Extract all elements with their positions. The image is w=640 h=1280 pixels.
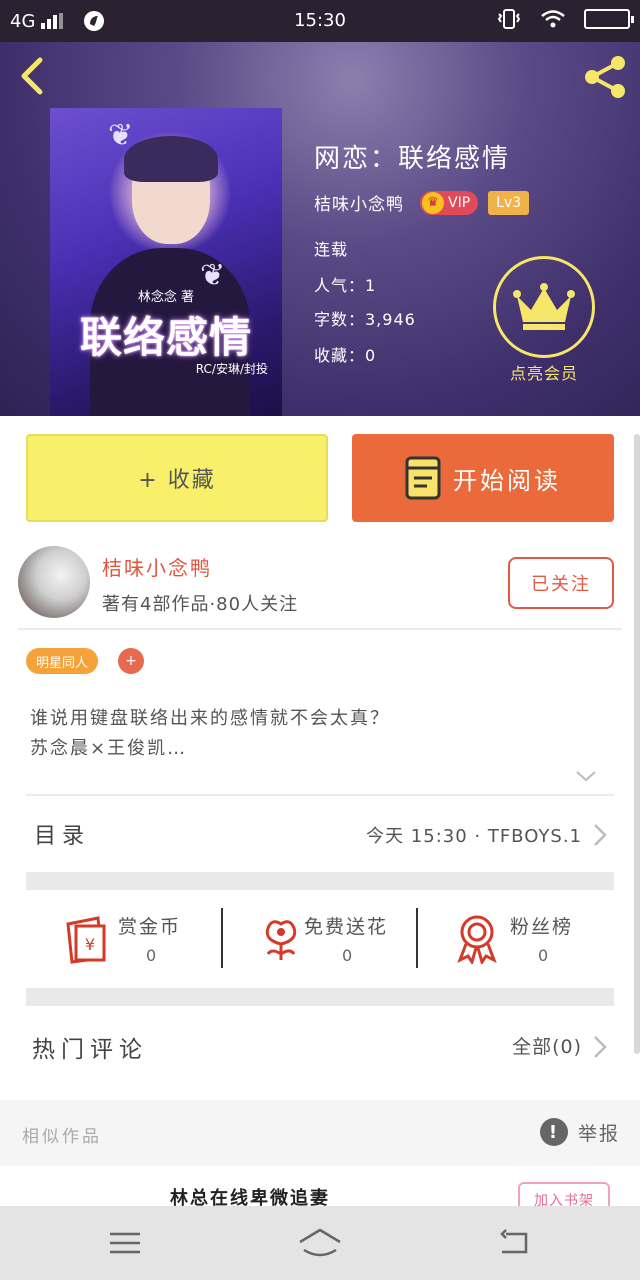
word-count: 字数：3,946	[314, 310, 416, 329]
cover-credit: RC/安琳/封投	[195, 362, 268, 376]
popularity: 人气：1	[314, 276, 377, 295]
similar-work-item[interactable]: 林总在线卑微追妻 加入书架	[0, 1166, 640, 1206]
chevron-right-icon	[594, 824, 607, 846]
member-button[interactable]: 点亮会员	[490, 256, 598, 386]
section-separator	[26, 872, 614, 890]
member-label: 点亮会员	[509, 364, 578, 383]
stat-label: 免费送花	[304, 916, 389, 938]
back-nav-icon[interactable]	[496, 1226, 536, 1260]
reward-coins-button[interactable]: ¥ 赏金币 0	[26, 906, 222, 976]
author-card-stats: 著有4部作品·80人关注	[102, 594, 299, 615]
hot-comments-row[interactable]: 热门评论 全部(0)	[26, 1006, 614, 1086]
catalog-label: 目录	[34, 824, 91, 849]
author-row: 桔味小念鸭 ♛ VIP Lv3	[314, 190, 530, 215]
flower-icon	[265, 920, 297, 960]
system-nav-bar	[0, 1206, 640, 1280]
status-bar: 4G 15:30	[0, 0, 640, 42]
chevron-right-icon	[594, 1036, 607, 1058]
similar-works-header: 相似作品 ! 举报	[0, 1100, 640, 1166]
book-header: ❦ ❦ 林念念 著 联络感情 RC/安琳/封投 网恋：联络感情 桔味小念鸭 ♛ …	[0, 42, 640, 416]
medal-icon	[457, 915, 497, 964]
report-label: 举报	[577, 1122, 620, 1145]
member-crown-circle	[493, 256, 595, 358]
favorite-button[interactable]: + 收藏	[26, 434, 328, 522]
fan-ranking-button[interactable]: 粉丝榜 0	[418, 906, 614, 976]
red-envelope-icon: ¥	[66, 916, 106, 964]
cover-subtitle: 林念念 著	[137, 290, 195, 305]
battery-icon	[584, 9, 634, 29]
catalog-row[interactable]: 目录 今天 15:30 · TFBOYS.1	[26, 796, 614, 872]
cover-figure-hair	[124, 136, 218, 182]
wifi-icon	[541, 10, 565, 28]
chevron-down-icon[interactable]	[574, 764, 598, 788]
latest-chapter: 今天 15:30 · TFBOYS.1	[366, 826, 582, 847]
similar-works-label: 相似作品	[22, 1127, 102, 1147]
stat-value: 0	[342, 946, 353, 965]
similar-work-title[interactable]: 林总在线卑微追妻	[170, 1184, 330, 1206]
author-card-name[interactable]: 桔味小念鸭	[102, 552, 212, 581]
stat-value: 0	[538, 946, 549, 965]
hot-comments-label: 热门评论	[32, 1037, 148, 1063]
report-button[interactable]: ! 举报	[539, 1118, 620, 1146]
send-flower-button[interactable]: 免费送花 0	[222, 906, 418, 976]
book-title: 网恋：联络感情	[314, 144, 511, 174]
author-name[interactable]: 桔味小念鸭	[314, 190, 404, 215]
section-separator	[26, 988, 614, 1006]
stat-value: 0	[146, 946, 157, 965]
book-description: 谁说用键盘联络出来的感情就不会太真？ 苏念晨×王俊凯…	[30, 704, 390, 764]
start-reading-label: 开始阅读	[453, 466, 561, 495]
description-line: 谁说用键盘联络出来的感情就不会太真？	[30, 708, 390, 729]
description-line: 苏念晨×王俊凯…	[30, 738, 188, 759]
book-cover[interactable]: ❦ ❦ 林念念 著 联络感情 RC/安琳/封投	[50, 108, 282, 416]
butterfly-icon: ❦	[108, 118, 134, 153]
status-right	[496, 8, 634, 30]
stat-label: 粉丝榜	[510, 916, 574, 938]
home-icon[interactable]	[298, 1226, 342, 1260]
cover-title: 联络感情	[79, 313, 252, 362]
start-reading-button[interactable]: 开始阅读	[352, 434, 614, 522]
back-icon[interactable]	[14, 56, 54, 96]
favorite-count: 收藏：0	[314, 346, 377, 365]
menu-icon[interactable]	[106, 1226, 146, 1260]
follow-button[interactable]: 已关注	[508, 557, 614, 609]
alert-icon: !	[539, 1118, 568, 1146]
genre-tag[interactable]: 明星同人	[26, 648, 99, 674]
book-icon	[405, 456, 441, 500]
crown-icon	[513, 283, 575, 330]
stat-label: 赏金币	[118, 916, 182, 938]
scrollbar[interactable]	[634, 434, 640, 1054]
all-comments-link[interactable]: 全部(0)	[512, 1032, 582, 1059]
crown-icon: ♛	[422, 191, 444, 214]
author-avatar[interactable]	[18, 546, 90, 618]
serial-status: 连载	[314, 240, 349, 259]
add-to-shelf-button[interactable]: 加入书架	[518, 1182, 610, 1206]
vibrate-icon	[497, 9, 521, 29]
svg-text:¥: ¥	[85, 935, 95, 954]
vip-badge: ♛ VIP	[420, 190, 479, 215]
vip-label: VIP	[448, 194, 471, 211]
add-tag-button[interactable]: +	[118, 648, 144, 674]
level-badge: Lv3	[488, 190, 530, 215]
share-icon[interactable]	[582, 54, 628, 100]
divider	[18, 628, 622, 630]
